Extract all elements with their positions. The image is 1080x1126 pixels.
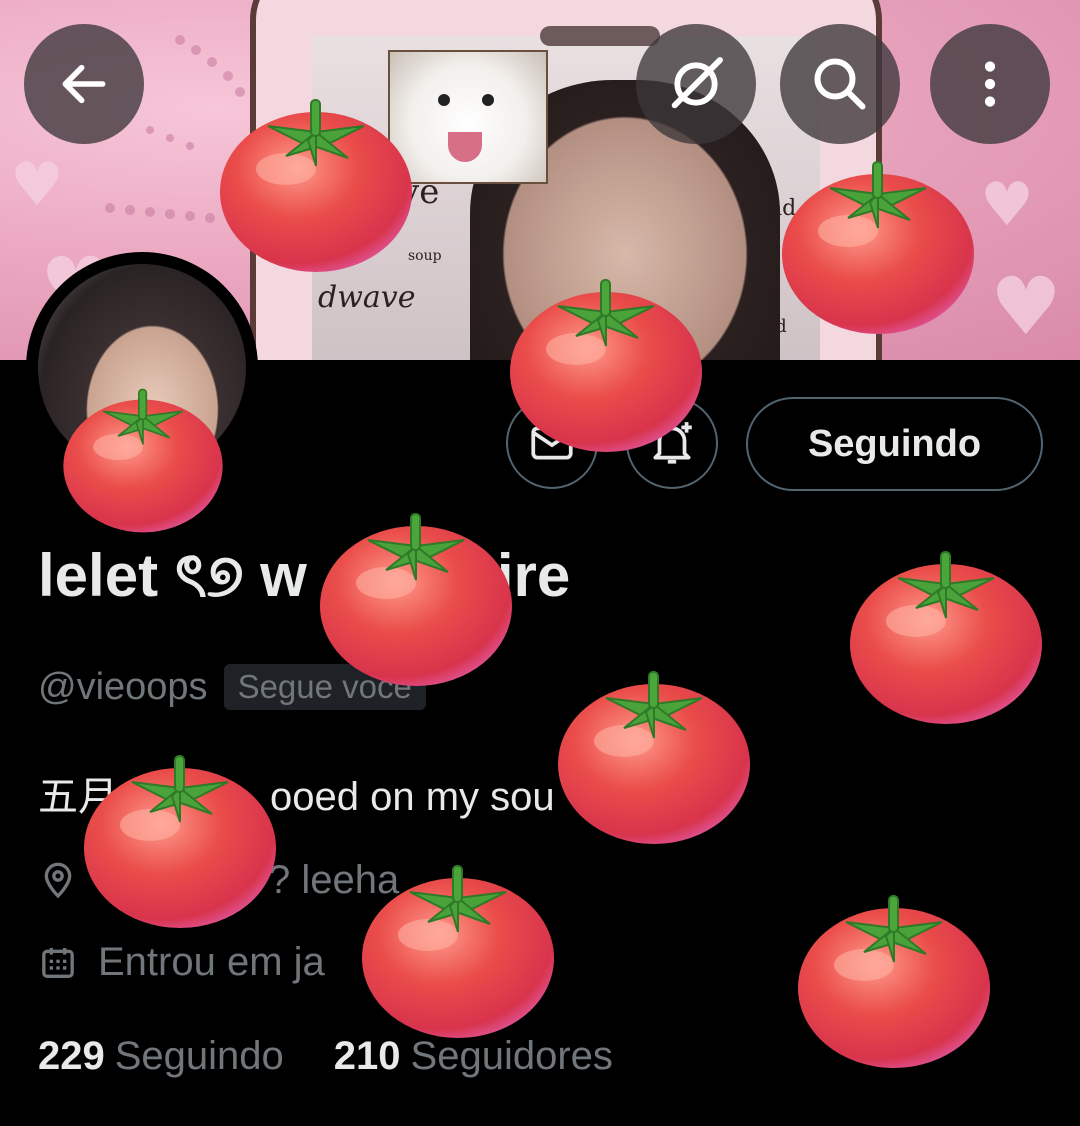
username-handle: @vieoops (38, 665, 208, 708)
grok-icon (671, 57, 723, 109)
tomato-sticker (60, 368, 226, 534)
following-count: 229 (38, 1034, 105, 1078)
heart-decoration: ♥ (10, 150, 64, 220)
following-label: Seguindo (114, 1034, 284, 1078)
tomato-sticker (316, 488, 516, 688)
followers-count: 210 (333, 1034, 401, 1078)
phone-speaker (540, 26, 660, 46)
heart-decoration: ♥ (990, 260, 1062, 353)
grok-button[interactable] (636, 24, 756, 144)
following-stat[interactable]: 229 Seguindo (38, 1034, 284, 1079)
screen-text: dwave (318, 280, 416, 315)
more-button[interactable] (930, 24, 1050, 144)
calendar-icon (42, 947, 74, 978)
search-button[interactable] (780, 24, 900, 144)
heart-decoration: ♥ (980, 170, 1034, 240)
arrow-left-icon (62, 64, 106, 104)
search-icon (814, 58, 866, 110)
bio-visible: ooed on my sou (270, 775, 555, 819)
back-button[interactable] (24, 24, 144, 144)
followers-label: Seguidores (410, 1034, 613, 1078)
tomato-sticker (80, 730, 280, 930)
more-vertical-icon (984, 61, 996, 107)
tomato-sticker (794, 870, 994, 1070)
tomato-sticker (358, 840, 558, 1040)
location-pin-icon (44, 862, 72, 898)
joined-text-start: Entrou em ja (98, 940, 325, 984)
following-button[interactable]: Seguindo (746, 397, 1043, 491)
tomato-sticker (216, 74, 416, 274)
tomato-sticker (846, 526, 1046, 726)
display-name-start: lelet ৎ୭ w (38, 542, 307, 609)
followers-stat[interactable]: 210 Seguidores (334, 1034, 613, 1079)
tomato-sticker (778, 136, 978, 336)
tomato-sticker (506, 254, 706, 454)
follow-stats: 229 Seguindo 210 Seguidores (38, 1034, 613, 1079)
tomato-sticker (554, 646, 754, 846)
